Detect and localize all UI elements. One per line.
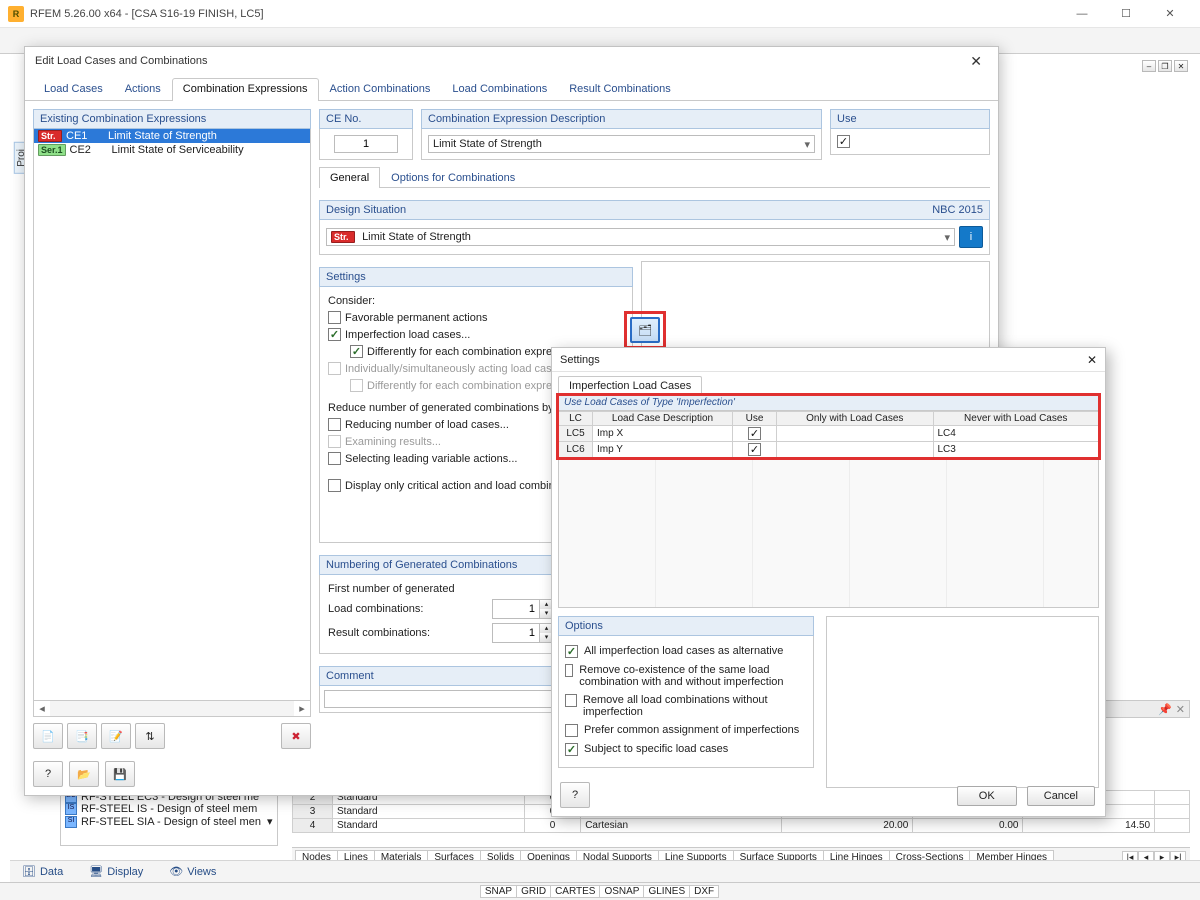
favorable-checkbox[interactable] [328, 311, 341, 324]
use-lc5-checkbox[interactable] [748, 427, 761, 440]
module-tree[interactable]: ECRF-STEEL EC3 - Design of steel me ISRF… [60, 790, 278, 846]
imperfection-checkbox[interactable] [328, 328, 341, 341]
cancel-button[interactable]: Cancel [1027, 786, 1095, 806]
load-comb-spin[interactable]: ▴▾ [492, 599, 554, 619]
expression-row[interactable]: Str. CE1 Limit State of Strength [34, 129, 310, 143]
design-situation-select[interactable]: Str. Limit State of Strength [326, 228, 955, 246]
mdi-window-controls[interactable]: –❐✕ [1142, 60, 1188, 72]
dialog-close-icon[interactable]: ✕ [964, 49, 988, 74]
display-icon: 🖥 [89, 865, 103, 878]
expression-list[interactable]: Str. CE1 Limit State of Strength Ser.1 C… [33, 129, 311, 701]
settings-help-button[interactable]: ? [560, 782, 590, 808]
selecting-checkbox[interactable] [328, 452, 341, 465]
settings-preview-panel [826, 616, 1099, 788]
maximize-button[interactable]: ☐ [1104, 0, 1148, 28]
ok-button[interactable]: OK [957, 786, 1017, 806]
open-button[interactable]: 📂 [69, 761, 99, 787]
tab-result-combinations[interactable]: Result Combinations [558, 78, 682, 101]
imperfection-settings-dialog: Settings ✕ Imperfection Load Cases Use L… [551, 347, 1106, 817]
view-views-tab: 👁Views [161, 863, 224, 880]
status-osnap[interactable]: OSNAP [599, 885, 644, 898]
strength-badge: Str. [331, 231, 355, 243]
status-glines[interactable]: GLINES [643, 885, 690, 898]
new-button[interactable]: 📄 [33, 723, 63, 749]
opt-remove-coexist-checkbox[interactable] [565, 664, 573, 677]
subtab-options[interactable]: Options for Combinations [380, 167, 526, 188]
result-comb-spin[interactable]: ▴▾ [492, 623, 554, 643]
options-header: Options [558, 616, 814, 636]
view-display-tab: 🖥Display [81, 863, 151, 880]
diff-each2-checkbox [350, 379, 363, 392]
help-button[interactable]: ? [33, 761, 63, 787]
app-icon: R [8, 6, 24, 22]
combo-desc-select[interactable]: Limit State of Strength [428, 135, 815, 153]
tab-action-combinations[interactable]: Action Combinations [319, 78, 442, 101]
views-icon: 👁 [169, 865, 183, 878]
view-data-tab: 🗄Data [14, 863, 71, 880]
existing-expressions-header: Existing Combination Expressions [33, 109, 311, 129]
design-situation-label: Design Situation [326, 204, 406, 216]
strength-badge: Str. [38, 130, 62, 142]
data-icon: 🗄 [22, 865, 36, 878]
status-grid[interactable]: GRID [516, 885, 551, 898]
info-icon[interactable]: i [959, 226, 983, 248]
ce-no-header: CE No. [319, 109, 413, 129]
main-titlebar: R RFEM 5.26.00 x64 - [CSA S16-19 FINISH,… [0, 0, 1200, 28]
app-title: RFEM 5.26.00 x64 - [CSA S16-19 FINISH, L… [30, 8, 264, 20]
status-snap[interactable]: SNAP [480, 885, 517, 898]
use-header: Use [830, 109, 990, 129]
opt-subject-checkbox[interactable] [565, 743, 578, 756]
table-row: LC6 Imp Y LC3 [559, 442, 1099, 458]
status-bar: SNAP GRID CARTES OSNAP GLINES DXF [0, 882, 1200, 900]
use-checkbox[interactable] [837, 135, 850, 148]
indiv-checkbox [328, 362, 341, 375]
module-icon: IS [65, 803, 77, 815]
tab-combination-expressions[interactable]: Combination Expressions [172, 78, 319, 101]
settings-close-icon[interactable]: ✕ [1087, 353, 1097, 367]
diff-each-checkbox[interactable] [350, 345, 363, 358]
module-icon: SI [65, 816, 77, 828]
ce-no-input[interactable] [334, 135, 398, 153]
right-toolbar[interactable] [1002, 84, 1190, 122]
use-lc6-checkbox[interactable] [748, 443, 761, 456]
dialog-title: Edit Load Cases and Combinations [35, 55, 207, 67]
expression-row[interactable]: Ser.1 CE2 Limit State of Serviceability [34, 143, 310, 157]
ilc-table-title: Use Load Cases of Type 'Imperfection' [558, 395, 1099, 411]
examining-checkbox [328, 435, 341, 448]
save-button[interactable]: 💾 [105, 761, 135, 787]
combo-desc-header: Combination Expression Description [421, 109, 822, 129]
imperfection-settings-button[interactable]: 🗂 [630, 317, 660, 343]
reducing-checkbox[interactable] [328, 418, 341, 431]
ilc-table[interactable]: LC Load Case Description Use Only with L… [558, 411, 1099, 458]
display-critical-checkbox[interactable] [328, 479, 341, 492]
tab-imperfection-load-cases[interactable]: Imperfection Load Cases [558, 376, 702, 395]
minimize-button[interactable]: — [1060, 0, 1104, 28]
list-scrollbar[interactable]: ◂▸ [33, 701, 311, 717]
subtab-general[interactable]: General [319, 167, 380, 188]
status-cartes[interactable]: CARTES [550, 885, 600, 898]
table-row: LC5 Imp X LC4 [559, 426, 1099, 442]
navigator-view-tabs[interactable]: 🗄Data 🖥Display 👁Views [10, 860, 1200, 882]
tab-load-cases[interactable]: Load Cases [33, 78, 114, 101]
dialog-main-tabs: Load Cases Actions Combination Expressio… [25, 77, 998, 101]
opt-prefer-checkbox[interactable] [565, 724, 578, 737]
opt-remove-all-checkbox[interactable] [565, 694, 577, 707]
copy-button[interactable]: 📑 [67, 723, 97, 749]
ilc-empty-grid[interactable] [558, 458, 1099, 608]
delete-button[interactable]: ✖ [281, 723, 311, 749]
tab-load-combinations[interactable]: Load Combinations [441, 78, 558, 101]
close-button[interactable]: ✕ [1148, 0, 1192, 28]
status-dxf[interactable]: DXF [689, 885, 719, 898]
opt-alternative-checkbox[interactable] [565, 645, 578, 658]
sort-button[interactable]: ⇅ [135, 723, 165, 749]
tab-actions[interactable]: Actions [114, 78, 172, 101]
design-code-label: NBC 2015 [932, 204, 983, 216]
consider-label: Consider: [328, 293, 624, 309]
settings-dialog-title: Settings [560, 354, 600, 366]
serviceability-badge: Ser.1 [38, 144, 66, 156]
edit-button[interactable]: 📝 [101, 723, 131, 749]
settings-header: Settings [319, 267, 633, 287]
